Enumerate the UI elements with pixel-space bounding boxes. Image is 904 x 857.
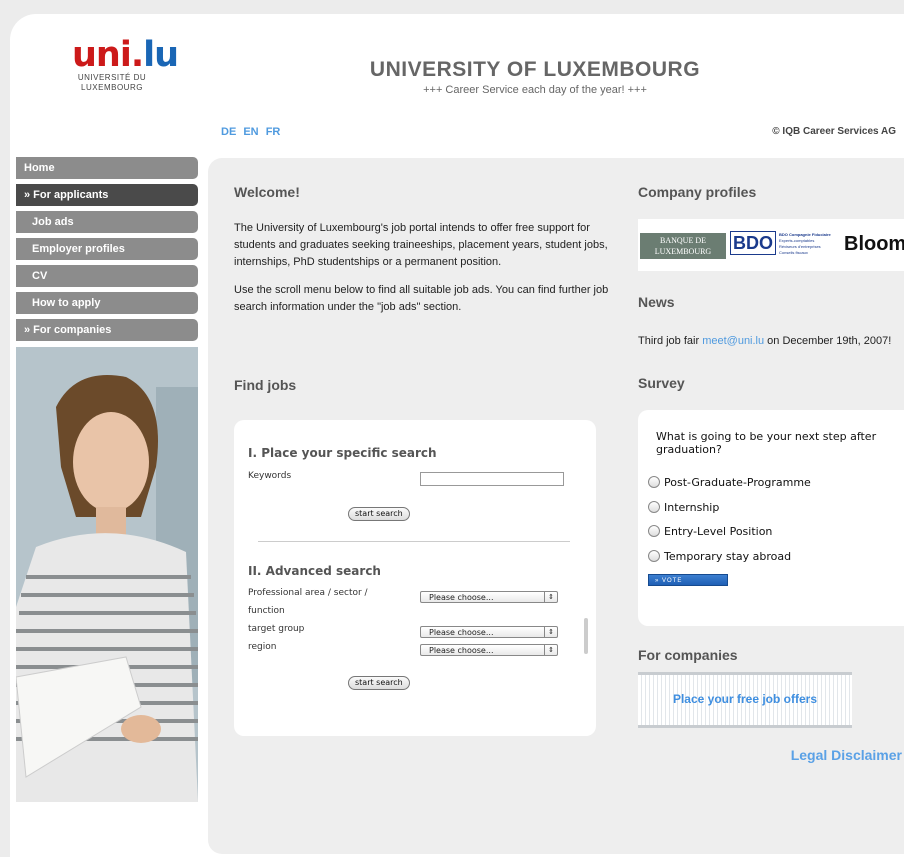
- legal-disclaimer-link[interactable]: Legal Disclaimer: [791, 747, 902, 763]
- find-jobs-heading: Find jobs: [234, 377, 297, 393]
- select-arrows-icon: ⇕: [544, 626, 557, 638]
- bdo-logo[interactable]: BDO: [730, 231, 776, 255]
- radio-icon[interactable]: [648, 525, 660, 537]
- bdo-desc-line-3: Conseils fiscaux: [779, 250, 808, 255]
- news-item: Third job fair meet@uni.lu on December 1…: [638, 335, 892, 347]
- language-fr-link[interactable]: FR: [266, 126, 281, 138]
- welcome-paragraph-1: The University of Luxembourg's job porta…: [234, 222, 608, 268]
- banque-de-luxembourg-logo[interactable]: BANQUE DE LUXEMBOURG: [640, 233, 726, 259]
- sidebar-item-job-ads[interactable]: Job ads: [16, 211, 198, 233]
- professional-area-select[interactable]: Please choose... ⇕: [420, 591, 558, 603]
- select-arrows-icon: ⇕: [544, 644, 557, 656]
- welcome-heading: Welcome!: [234, 184, 300, 200]
- site-title: UNIVERSITY OF LUXEMBOURG: [369, 58, 701, 81]
- free-job-offers-banner[interactable]: Place your free job offers: [638, 672, 852, 728]
- sidebar-item-home[interactable]: Home: [16, 157, 198, 179]
- bdo-compagnie-text: BDO Compagnie Fiduciaire Experts-comptab…: [779, 232, 839, 256]
- sidebar-item-how-to-apply[interactable]: How to apply: [16, 292, 198, 314]
- university-logo[interactable]: uni.lu UNIVERSITÉ DU LUXEMBOURG: [72, 35, 179, 93]
- logo-line-1: UNIVERSITÉ DU: [77, 73, 147, 82]
- for-companies-heading: For companies: [638, 647, 738, 663]
- vote-button[interactable]: » VOTE: [648, 574, 728, 586]
- job-search-box: I. Place your specific search Keywords s…: [234, 420, 596, 736]
- radio-icon[interactable]: [648, 550, 660, 562]
- student-photo: [16, 347, 198, 802]
- language-switcher: DE EN FR: [221, 126, 284, 138]
- company-logos-strip[interactable]: BANQUE DE LUXEMBOURG BDO BDO Compagnie F…: [638, 219, 904, 271]
- region-label: region: [248, 642, 277, 652]
- search-scrollbar[interactable]: [584, 618, 588, 654]
- specific-search-heading: I. Place your specific search: [248, 446, 437, 460]
- logo-line-2: LUXEMBOURG: [81, 83, 143, 92]
- survey-option-2[interactable]: Internship: [648, 501, 719, 515]
- search-divider: [258, 541, 570, 542]
- keywords-input[interactable]: [420, 472, 564, 486]
- advanced-search-heading: II. Advanced search: [248, 564, 381, 578]
- welcome-paragraph-2: Use the scroll menu below to find all su…: [234, 284, 609, 313]
- start-search-button-1[interactable]: start search: [348, 507, 410, 521]
- company-profiles-heading: Company profiles: [638, 184, 757, 200]
- sidebar-item-for-applicants[interactable]: » For applicants: [16, 184, 198, 206]
- survey-option-4[interactable]: Temporary stay abroad: [648, 550, 791, 564]
- select-arrows-icon: ⇕: [544, 591, 557, 603]
- sidebar-item-for-companies[interactable]: » For companies: [16, 319, 198, 341]
- language-de-link[interactable]: DE: [221, 126, 236, 138]
- sidebar-nav: Home » For applicants Job ads Employer p…: [16, 157, 198, 346]
- target-group-label: target group: [248, 624, 305, 634]
- news-heading: News: [638, 294, 675, 310]
- target-group-select[interactable]: Please choose... ⇕: [420, 626, 558, 638]
- radio-icon[interactable]: [648, 476, 660, 488]
- region-select[interactable]: Please choose... ⇕: [420, 644, 558, 656]
- student-illustration: [16, 347, 198, 802]
- logo-mark: uni.lu: [72, 35, 179, 75]
- survey-option-1[interactable]: Post-Graduate-Programme: [648, 476, 811, 490]
- keywords-label: Keywords: [248, 471, 292, 481]
- language-en-link[interactable]: EN: [243, 126, 258, 138]
- copyright-notice: © IQB Career Services AG: [772, 126, 896, 137]
- survey-box: What is going to be your next step after…: [638, 410, 904, 626]
- sidebar-item-cv[interactable]: CV: [16, 265, 198, 287]
- news-link-meet[interactable]: meet@uni.lu: [702, 335, 764, 347]
- radio-icon[interactable]: [648, 501, 660, 513]
- survey-heading: Survey: [638, 375, 685, 391]
- sidebar-item-employer-profiles[interactable]: Employer profiles: [16, 238, 198, 260]
- bloom-logo[interactable]: Bloom: [844, 233, 904, 256]
- survey-option-3[interactable]: Entry-Level Position: [648, 525, 772, 539]
- site-subtitle: +++ Career Service each day of the year!…: [423, 84, 647, 96]
- start-search-button-2[interactable]: start search: [348, 676, 410, 690]
- professional-area-label: Professional area / sector / function: [248, 588, 368, 616]
- survey-question: What is going to be your next step after…: [656, 430, 877, 456]
